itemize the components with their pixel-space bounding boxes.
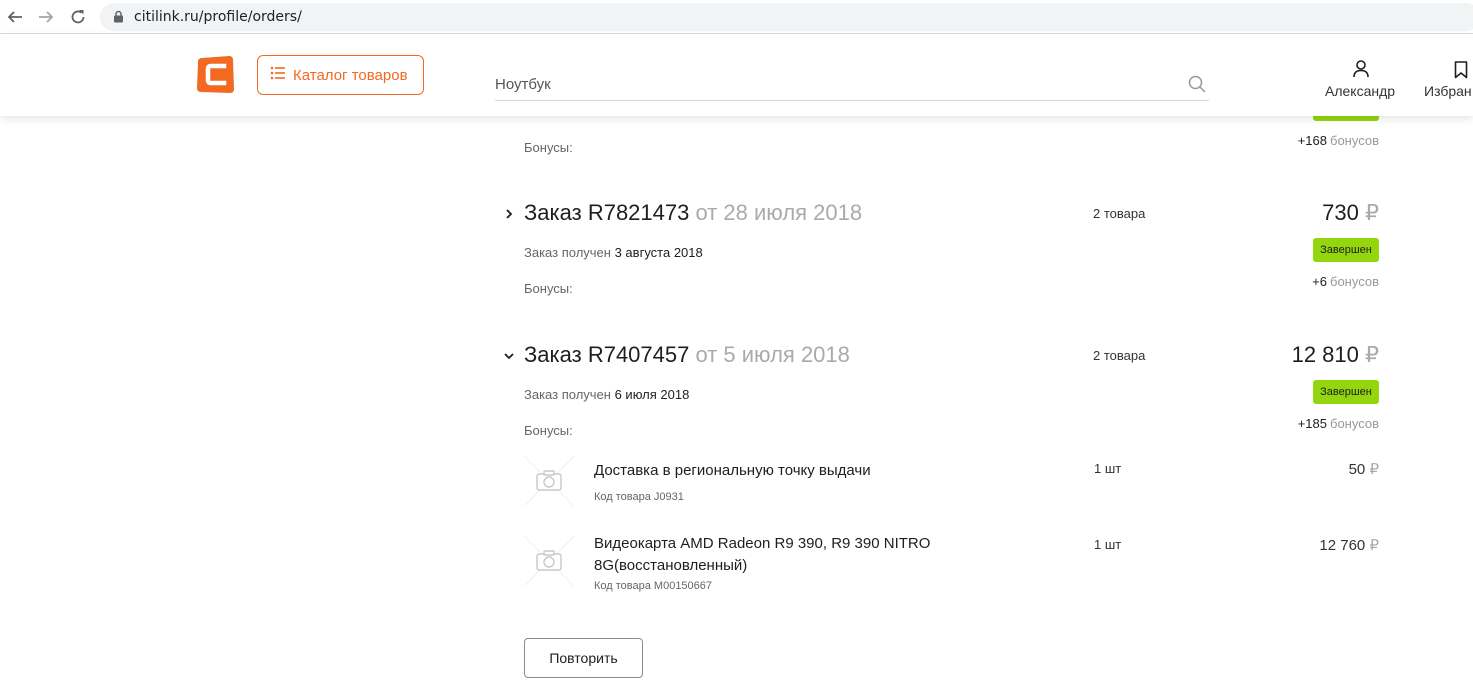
- search-icon[interactable]: [1188, 75, 1206, 98]
- bonus-amount: +6: [1312, 274, 1327, 289]
- bonus-unit: бонусов: [1330, 416, 1379, 431]
- previous-order-bonuses: +168 бонусов: [1298, 133, 1379, 148]
- site-header: Каталог товаров Александр Избран: [0, 34, 1473, 116]
- search-box: [495, 70, 1209, 101]
- forward-arrow-icon[interactable]: [34, 5, 58, 29]
- currency-symbol: ₽: [1365, 342, 1379, 367]
- order-sum-value: 730: [1322, 200, 1359, 225]
- list-icon: [270, 66, 286, 84]
- bonuses-label: Бонусы:: [524, 281, 573, 296]
- order-received: Заказ получен 6 июля 2018: [524, 387, 689, 402]
- address-bar[interactable]: citilink.ru/profile/orders/: [100, 3, 1473, 31]
- bookmark-icon: [1454, 61, 1468, 84]
- product-price-value: 12 760: [1319, 537, 1366, 554]
- order-date: от 5 июля 2018: [695, 342, 850, 367]
- chevron-down-icon[interactable]: [502, 349, 516, 368]
- order-number: Заказ R7407457: [524, 342, 690, 367]
- favorites-link[interactable]: Избран: [1424, 60, 1473, 104]
- bonus-amount: +168: [1297, 133, 1327, 148]
- order-sum-value: 12 810: [1291, 342, 1359, 367]
- order-items-count: 2 товара: [1093, 348, 1146, 363]
- user-account-link[interactable]: Александр: [1325, 60, 1405, 104]
- bonuses-label: Бонусы:: [524, 423, 573, 438]
- order-bonuses: +185 бонусов: [1298, 416, 1379, 431]
- order-number: Заказ R7821473: [524, 200, 690, 225]
- product-name-link[interactable]: Видеокарта AMD Radeon R9 390, R9 390 NIT…: [594, 533, 930, 577]
- currency-symbol: ₽: [1365, 200, 1379, 225]
- user-icon: [1353, 60, 1369, 83]
- search-input[interactable]: [495, 72, 1175, 96]
- bonus-amount: +185: [1297, 416, 1327, 431]
- received-label: Заказ получен: [524, 245, 611, 260]
- citilink-logo[interactable]: [196, 55, 235, 94]
- chevron-right-icon[interactable]: [502, 207, 516, 226]
- user-name: Александр: [1325, 83, 1396, 99]
- browser-toolbar: citilink.ru/profile/orders/: [0, 0, 1473, 34]
- currency-symbol: ₽: [1369, 537, 1379, 554]
- order-sum: 12 810 ₽: [1292, 342, 1379, 368]
- order-date: от 28 июля 2018: [695, 200, 863, 225]
- camera-placeholder-icon[interactable]: [523, 535, 575, 587]
- reload-icon[interactable]: [66, 5, 90, 29]
- order-title[interactable]: Заказ R7821473 от 28 июля 2018: [524, 200, 862, 226]
- order-bonuses: +6 бонусов: [1312, 274, 1379, 289]
- repeat-order-button[interactable]: Повторить: [524, 638, 643, 678]
- lock-icon[interactable]: [113, 10, 124, 28]
- bonus-unit: бонусов: [1330, 274, 1379, 289]
- product-price: 12 760 ₽: [1319, 536, 1379, 554]
- product-code: Код товара J0931: [594, 491, 684, 503]
- favorites-label: Избран: [1424, 83, 1472, 99]
- product-name-line1: Видеокарта AMD Radeon R9 390, R9 390 NIT…: [594, 535, 931, 552]
- product-name-line2: 8G(восстановленный): [594, 557, 748, 574]
- product-price: 50 ₽: [1349, 460, 1379, 478]
- product-qty: 1 шт: [1094, 537, 1122, 552]
- camera-placeholder-icon[interactable]: [523, 455, 575, 507]
- url-text: citilink.ru/profile/orders/: [134, 9, 302, 25]
- order-received: Заказ получен 3 августа 2018: [524, 245, 703, 260]
- received-label: Заказ получен: [524, 387, 611, 402]
- received-date: 3 августа 2018: [614, 245, 703, 260]
- catalog-button[interactable]: Каталог товаров: [257, 55, 424, 95]
- received-date: 6 июля 2018: [614, 387, 690, 402]
- product-price-value: 50: [1348, 461, 1366, 478]
- order-sum: 730 ₽: [1322, 200, 1379, 226]
- product-name-link[interactable]: Доставка в региональную точку выдачи: [594, 460, 871, 482]
- product-qty: 1 шт: [1094, 461, 1122, 476]
- bonus-unit: бонусов: [1330, 133, 1379, 148]
- order-title[interactable]: Заказ R7407457 от 5 июля 2018: [524, 342, 850, 368]
- order-items-count: 2 товара: [1093, 206, 1146, 221]
- status-badge: Завершен: [1313, 380, 1379, 404]
- catalog-label: Каталог товаров: [293, 66, 408, 84]
- product-code: Код товара M00150667: [594, 580, 713, 592]
- previous-order-bonuses-label: Бонусы:: [524, 140, 573, 155]
- currency-symbol: ₽: [1369, 461, 1379, 478]
- back-arrow-icon[interactable]: [3, 5, 27, 29]
- status-badge: Завершен: [1313, 238, 1379, 262]
